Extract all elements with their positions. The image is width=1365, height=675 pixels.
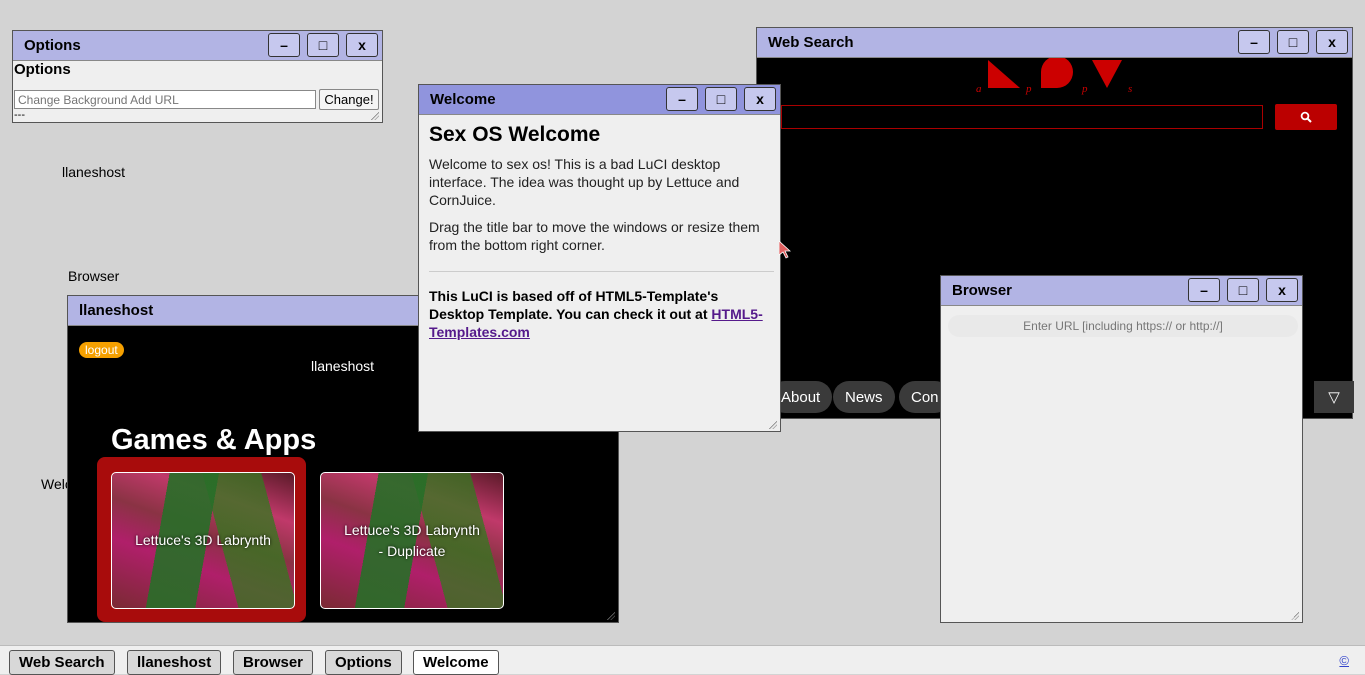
close-icon: x (358, 37, 366, 53)
minimize-icon: – (1200, 282, 1208, 298)
web-search-titlebar[interactable]: Web Search – □ x (757, 28, 1352, 58)
browser-window: Browser – □ x Enter URL [including https… (940, 275, 1303, 623)
taskbar-item-web-search[interactable]: Web Search (9, 650, 115, 675)
minimize-button[interactable]: – (268, 33, 300, 57)
apps-logo: a p p s (976, 58, 1132, 95)
browser-titlebar[interactable]: Browser – □ x (941, 276, 1302, 306)
welcome-instructions: Drag the title bar to move the windows o… (429, 219, 760, 253)
games-apps-heading: Games & Apps (111, 424, 317, 456)
logo-drop-shape (1041, 58, 1073, 88)
logo-triangle-shape (988, 60, 1020, 88)
minimize-icon: – (678, 91, 686, 107)
taskbar-item-browser[interactable]: Browser (233, 650, 314, 675)
window-title: Options (24, 37, 81, 54)
close-button[interactable]: x (744, 87, 776, 111)
options-window: Options – □ x Options Change! --- (12, 30, 383, 123)
minimize-button[interactable]: – (666, 87, 698, 111)
app-card-label: Lettuce's 3D Labrynth - Duplicate (344, 521, 480, 559)
maximize-icon: □ (318, 37, 328, 53)
web-search-input[interactable] (781, 105, 1263, 129)
window-title: Welcome (430, 91, 496, 108)
taskbar-item-welcome[interactable]: Welcome (413, 650, 499, 675)
browser-url-input[interactable]: Enter URL [including https:// or http://… (948, 315, 1298, 337)
maximize-icon: □ (1238, 282, 1248, 298)
minimize-icon: – (280, 37, 288, 53)
copyright-link[interactable]: © (1339, 653, 1349, 668)
taskbar-item-llaneshost[interactable]: llaneshost (127, 650, 222, 675)
taskbar: Web Search llaneshost Browser Options We… (0, 645, 1365, 675)
maximize-button[interactable]: □ (307, 33, 339, 57)
welcome-intro: Welcome to sex os! This is a bad LuCI de… (429, 156, 740, 208)
resize-handle[interactable] (769, 421, 777, 429)
mouse-cursor-icon (779, 241, 791, 259)
nav-news[interactable]: News (833, 381, 895, 413)
close-icon: x (756, 91, 764, 107)
minimize-icon: – (1250, 34, 1258, 50)
welcome-credit: This LuCI is based off of HTML5-Template… (429, 287, 774, 341)
options-heading: Options (14, 61, 71, 78)
maximize-button[interactable]: □ (1277, 30, 1309, 54)
window-title: Web Search (768, 34, 854, 51)
divider (429, 271, 774, 272)
close-button[interactable]: x (1266, 278, 1298, 302)
logo-letter: p (1025, 83, 1032, 95)
window-title: Browser (952, 282, 1013, 299)
resize-handle[interactable] (371, 112, 379, 120)
welcome-heading: Sex OS Welcome (429, 123, 601, 146)
options-status: --- (14, 109, 25, 121)
close-button[interactable]: x (346, 33, 378, 57)
maximize-icon: □ (716, 91, 726, 107)
app-card-label: Lettuce's 3D Labrynth (135, 532, 271, 548)
change-background-button[interactable]: Change! (319, 89, 379, 110)
desktop-icon-browser[interactable]: Browser (68, 268, 119, 284)
maximize-button[interactable]: □ (705, 87, 737, 111)
desktop-icon-llaneshost[interactable]: llaneshost (62, 164, 125, 180)
search-button[interactable] (1275, 104, 1337, 130)
welcome-titlebar[interactable]: Welcome – □ x (419, 85, 780, 115)
credit-text: This LuCI is based off of HTML5-Template… (429, 288, 719, 322)
resize-handle[interactable] (607, 612, 615, 620)
options-titlebar[interactable]: Options – □ x (13, 31, 382, 61)
triangle-down-icon: ▽ (1328, 389, 1340, 406)
taskbar-item-options[interactable]: Options (325, 650, 402, 675)
resize-handle[interactable] (1291, 612, 1299, 620)
close-icon: x (1278, 282, 1286, 298)
minimize-button[interactable]: – (1238, 30, 1270, 54)
window-title: llaneshost (79, 302, 154, 319)
nav-menu-button[interactable]: ▽ (1314, 381, 1354, 413)
close-icon: x (1328, 34, 1336, 50)
app-card-labrynth[interactable]: Lettuce's 3D Labrynth (111, 472, 295, 609)
welcome-window: Welcome – □ x Sex OS Welcome Welcome to … (418, 84, 781, 432)
logo-down-triangle-shape (1092, 60, 1122, 88)
logo-letter: s (1128, 83, 1132, 95)
host-label: llaneshost (311, 358, 375, 374)
logo-letter: a (976, 83, 982, 95)
maximize-button[interactable]: □ (1227, 278, 1259, 302)
logo-letter: p (1081, 83, 1088, 95)
app-card-labrynth-duplicate[interactable]: Lettuce's 3D Labrynth - Duplicate (320, 472, 504, 609)
close-button[interactable]: x (1316, 30, 1348, 54)
minimize-button[interactable]: – (1188, 278, 1220, 302)
background-url-input[interactable] (14, 90, 316, 109)
search-icon (1300, 111, 1312, 123)
maximize-icon: □ (1288, 34, 1298, 50)
logout-button[interactable]: logout (79, 342, 124, 358)
